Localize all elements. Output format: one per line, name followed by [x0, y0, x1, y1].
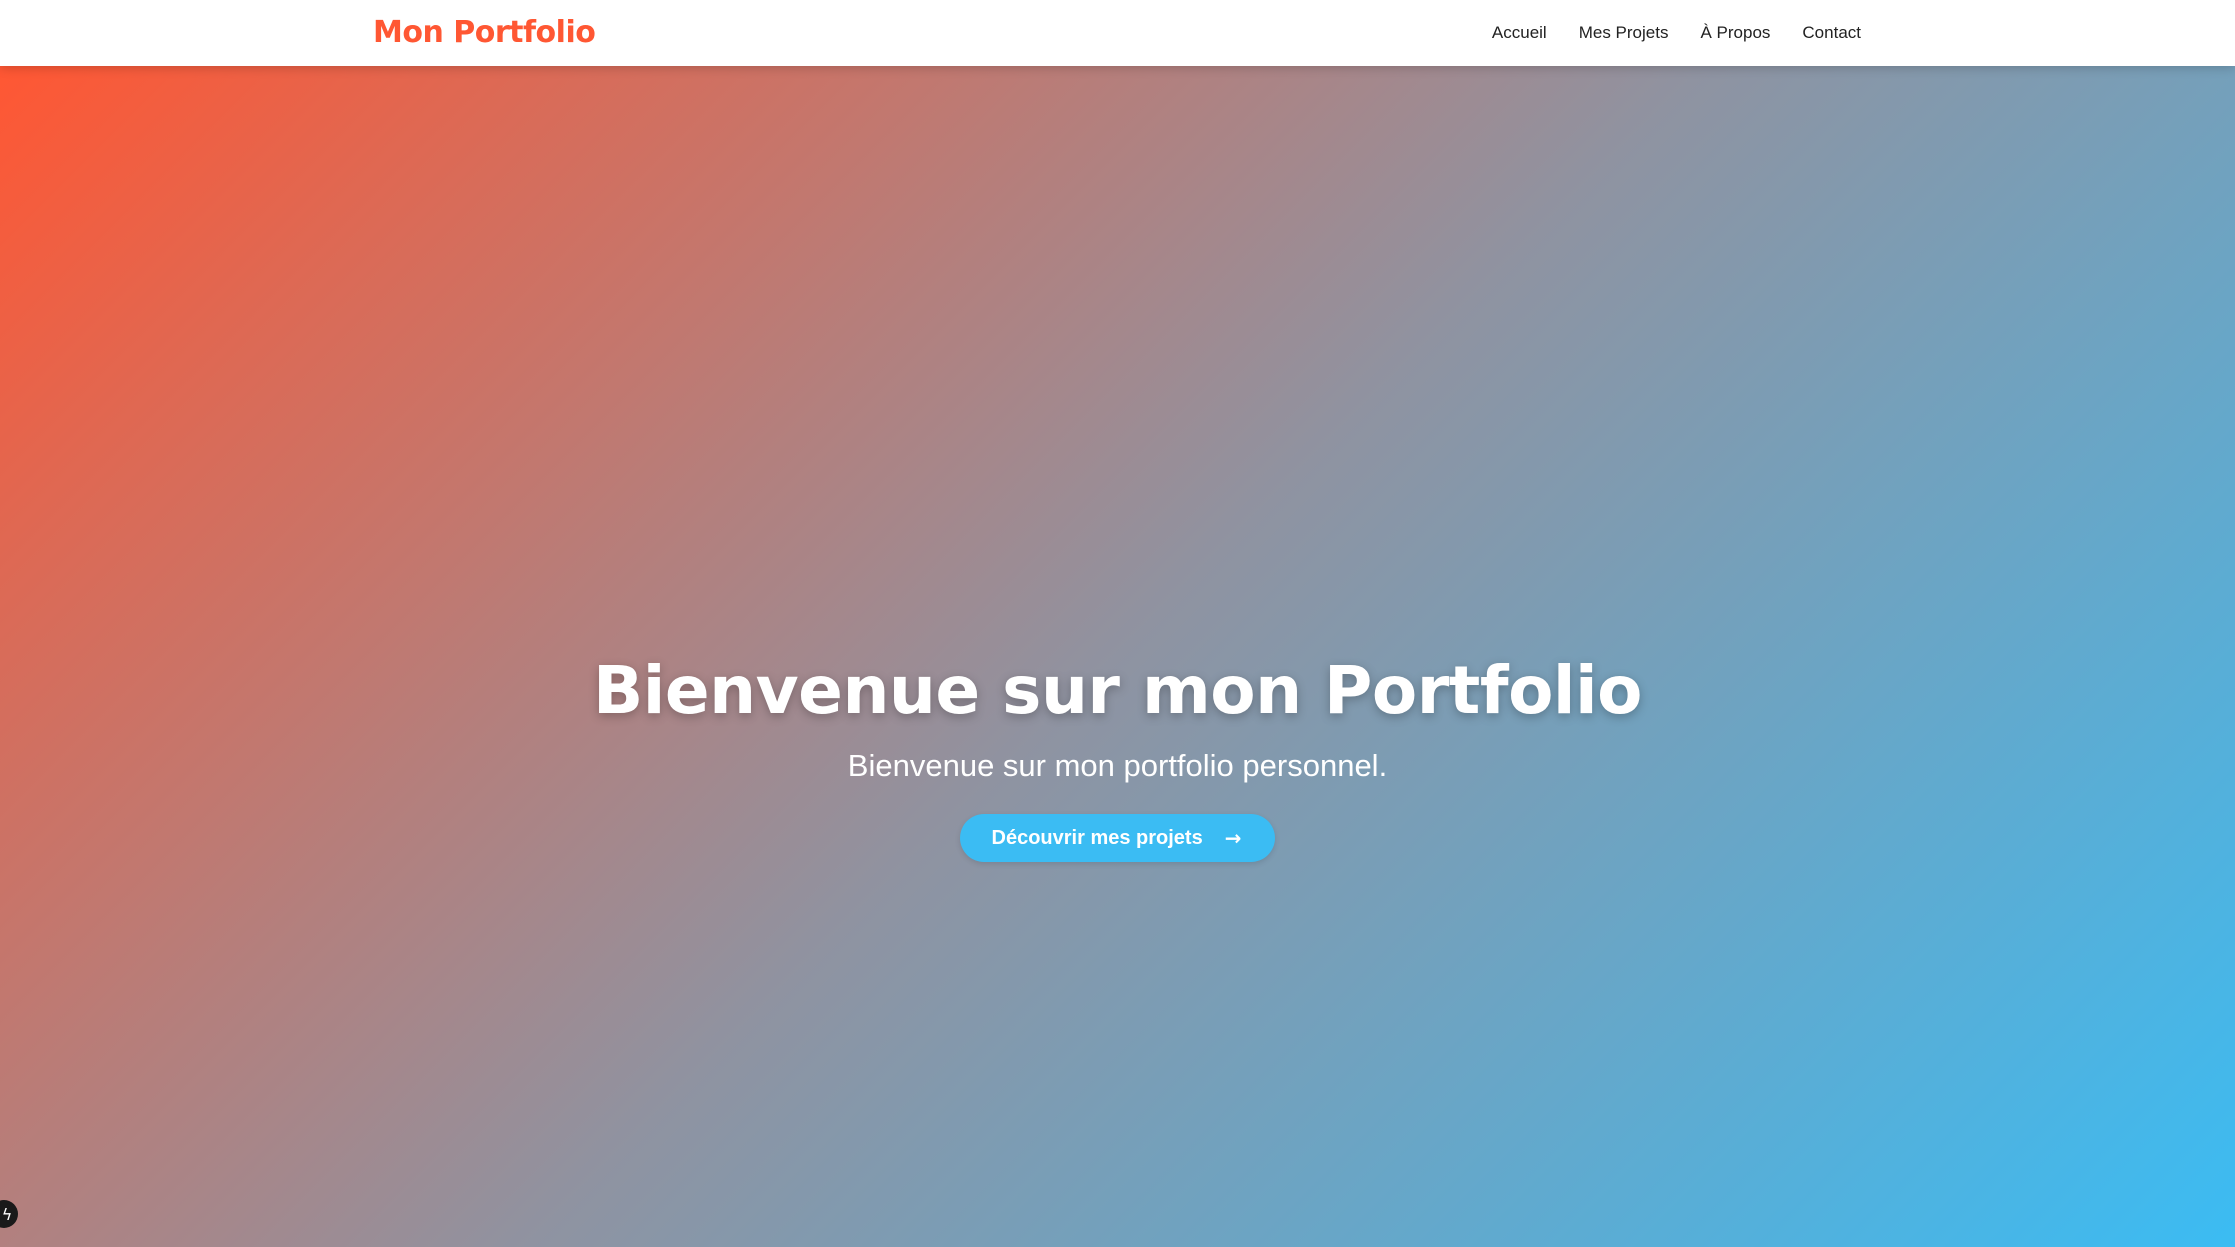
bolt-icon: ϟ — [1, 1204, 13, 1224]
top-navbar: Mon Portfolio Accueil Mes Projets À Prop… — [0, 0, 2235, 66]
discover-projects-label: Découvrir mes projets — [991, 826, 1203, 849]
hero-section: Bienvenue sur mon Portfolio Bienvenue su… — [0, 66, 2235, 1247]
arrow-right-icon: → — [1224, 826, 1242, 850]
main-nav: Accueil Mes Projets À Propos Contact — [1492, 20, 1861, 46]
nav-link-contact[interactable]: Contact — [1802, 23, 1861, 43]
nav-link-accueil[interactable]: Accueil — [1492, 23, 1547, 43]
nav-link-a-propos[interactable]: À Propos — [1700, 23, 1770, 43]
brand-logo[interactable]: Mon Portfolio — [373, 13, 596, 53]
hero-title: Bienvenue sur mon Portfolio — [592, 652, 1643, 729]
nav-link-mes-projets[interactable]: Mes Projets — [1579, 23, 1669, 43]
hero-content: Bienvenue sur mon Portfolio Bienvenue su… — [0, 646, 2235, 862]
hero-subtitle: Bienvenue sur mon portfolio personnel. — [847, 748, 1388, 783]
discover-projects-button[interactable]: Découvrir mes projets → — [959, 814, 1276, 862]
